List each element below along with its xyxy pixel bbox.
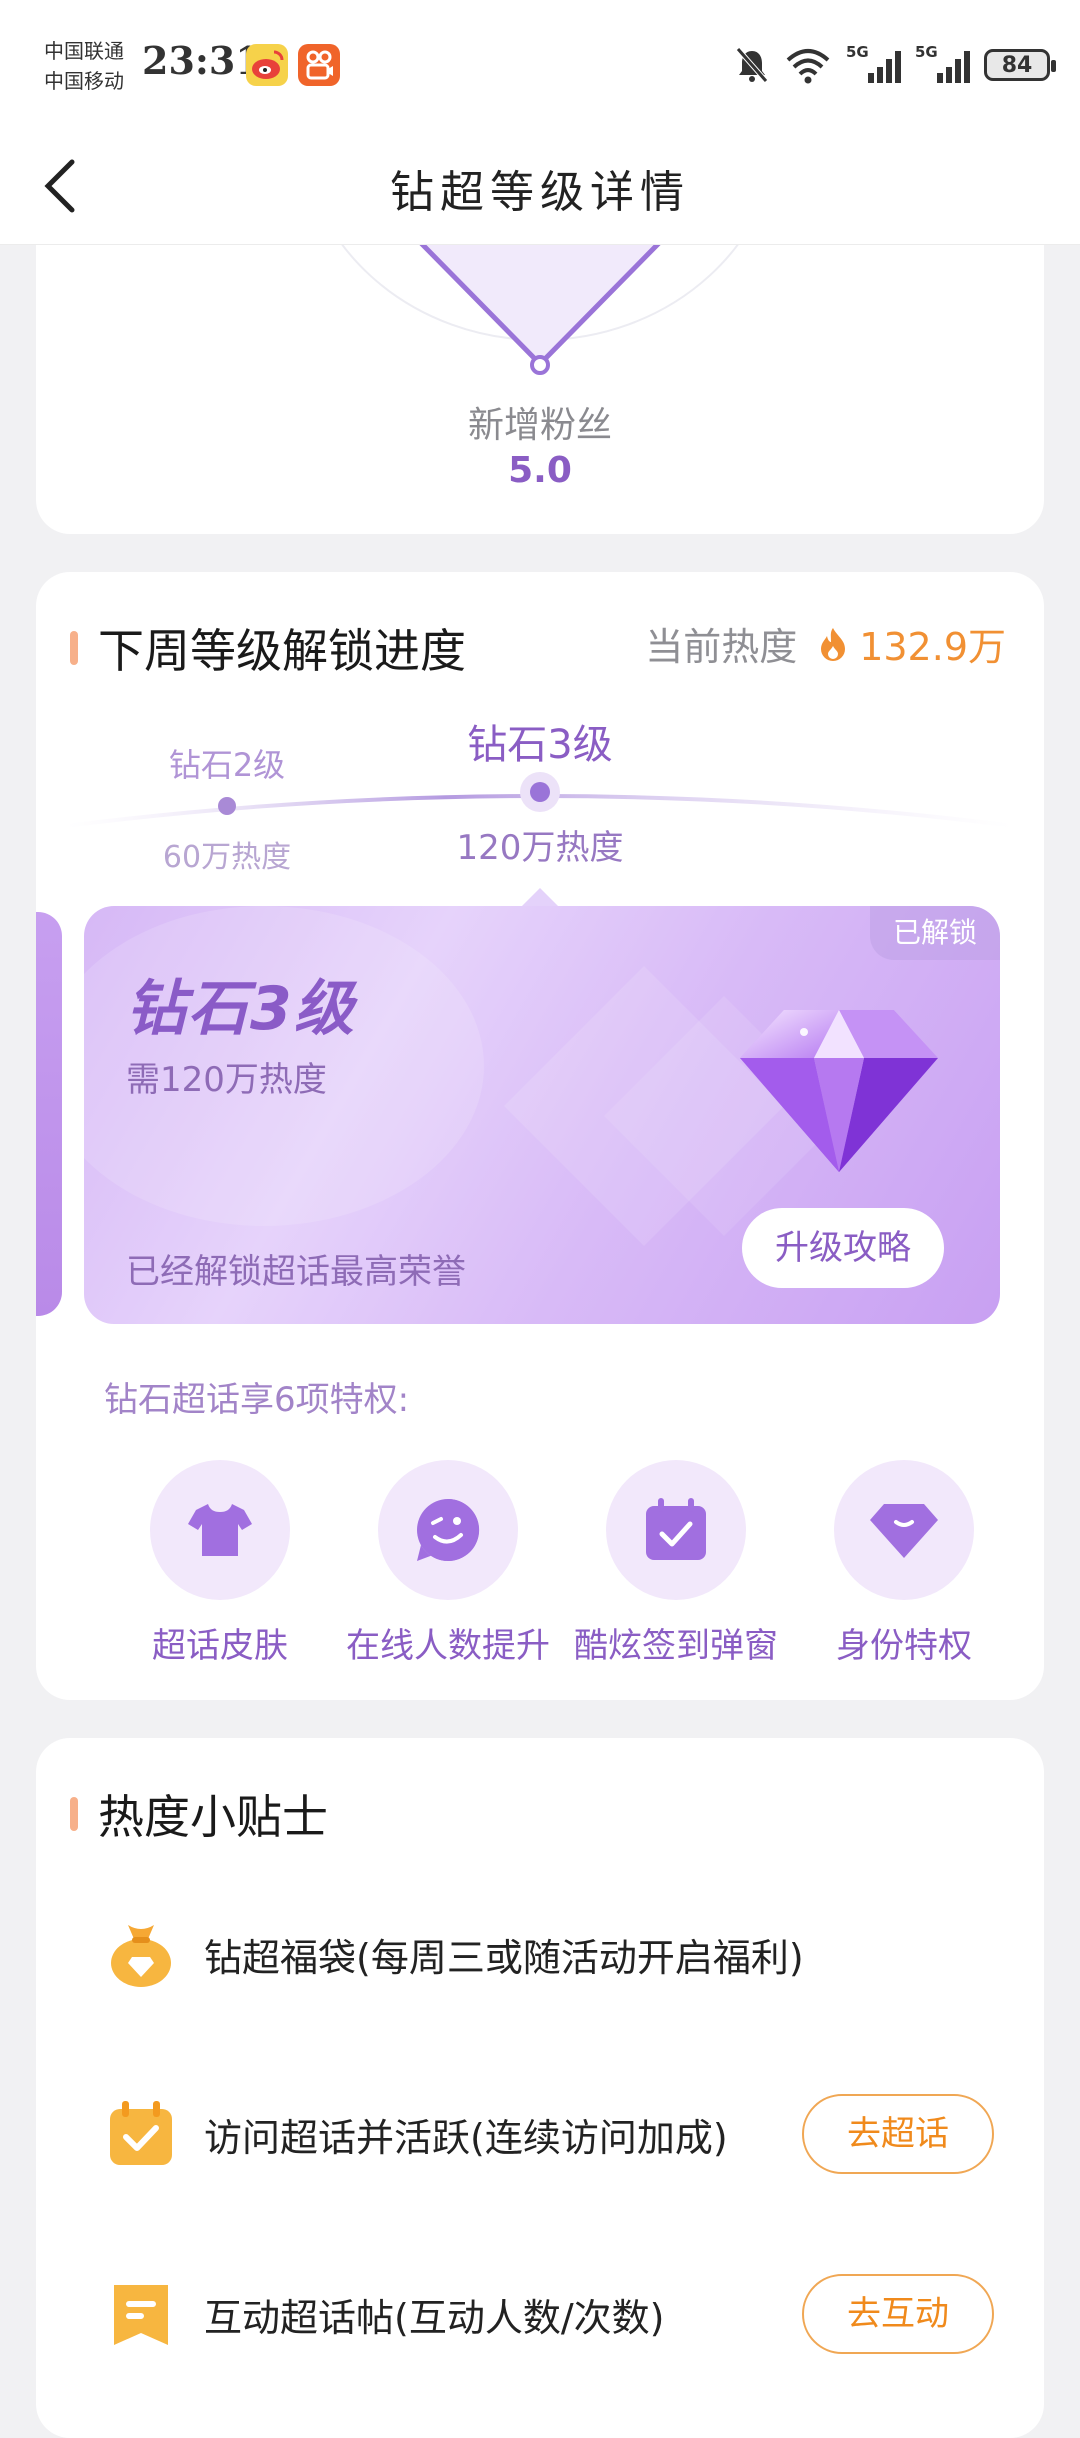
level-node-2[interactable] [218,797,236,815]
current-heat: 当前热度 132.9万 [645,616,1006,671]
tip-text: 访问超话并活跃(连续访问加成) [204,2115,728,2160]
bell-muted-icon [736,47,768,83]
level-card[interactable]: 已解锁 钻石3级 需120万热度 已经解锁超话最高荣誉 升级攻略 [84,906,1000,1324]
section-header: 热度小贴士 [70,1784,328,1844]
nav-bar: 钻超等级详情 [0,128,1080,245]
privilege-item-identity[interactable]: 身份特权 [794,1460,1014,1667]
section-title: 下周等级解锁进度 [98,624,466,678]
level-3-heat: 120万热度 [456,828,624,868]
carrier-2: 中国移动 [44,69,124,93]
level-3-name[interactable]: 钻石3级 [390,712,690,770]
go-interact-button[interactable]: 去互动 [802,2274,994,2354]
clock: 23:31 [142,38,262,83]
heat-label: 当前热度 [645,625,798,669]
network-1-label: 5G [846,43,869,61]
upgrade-guide-button[interactable]: 升级攻略 [742,1208,944,1288]
carrier-labels: 中国联通 中国移动 [44,36,124,96]
previous-level-card-peek[interactable] [36,912,62,1316]
section-header: 下周等级解锁进度 [70,618,466,678]
stat-value: 5.0 [508,450,572,491]
privilege-label: 在线人数提升 [346,1626,550,1666]
status-bar: 中国联通 中国移动 23:31 5G 5G 84 [0,0,1080,128]
privilege-title: 钻石超话享6项特权: [104,1380,410,1420]
carrier-1: 中国联通 [44,39,124,63]
calendar-check-icon [646,1498,706,1560]
page-title: 钻超等级详情 [390,167,690,218]
unlock-progress-card: 下周等级解锁进度 当前热度 132.9万 钻石2级 60万热度 钻石3级 120… [36,572,1044,1700]
privilege-label: 身份特权 [836,1626,972,1666]
weibo-app-icon [246,44,288,86]
privilege-circle [606,1460,746,1600]
heat-tips-card: 热度小贴士 钻超福袋(每周三或随活动开启福利) 访问超话并活跃(连续访问加成) … [36,1738,1044,2438]
go-topic-button[interactable]: 去超话 [802,2094,994,2174]
level-2-heat: 60万热度 [162,840,292,875]
privilege-circle [378,1460,518,1600]
smile-icon [417,1498,480,1561]
diamond-icon [870,1504,938,1558]
signal-1-icon: 5G [846,43,901,83]
privilege-circle [834,1460,974,1600]
kuaishou-app-icon [298,44,340,86]
level-card-title: 钻石3级 [126,974,356,1044]
privilege-circle [150,1460,290,1600]
privilege-label: 酷炫签到弹窗 [574,1626,778,1666]
level-card-requirement: 需120万热度 [126,1060,327,1100]
tip-text: 钻超福袋(每周三或随活动开启福利) [204,1935,804,1980]
privilege-item-online[interactable]: 在线人数提升 [338,1460,558,1667]
privilege-item-checkin[interactable]: 酷炫签到弹窗 [566,1460,786,1667]
heat-value: 132.9万 [859,625,1006,669]
signal-2-icon: 5G [915,43,970,83]
tip-text: 互动超话帖(互动人数/次数) [204,2295,665,2340]
level-card-description: 已经解锁超话最高荣誉 [126,1252,466,1292]
privilege-item-skin[interactable]: 超话皮肤 [110,1460,330,1667]
tip-item-interact: 互动超话帖(互动人数/次数) 去互动 [106,2274,1006,2354]
privilege-label: 超话皮肤 [152,1626,288,1666]
level-2-name[interactable]: 钻石2级 [77,740,377,786]
unlocked-badge: 已解锁 [870,906,1000,960]
status-right: 5G 5G 84 [734,40,1056,90]
diamond-icon [740,1010,938,1172]
level-node-3[interactable] [530,782,550,802]
network-2-label: 5G [915,43,938,61]
pointer-triangle [520,888,560,908]
section-accent-bar [70,1797,78,1831]
lucky-bag-icon [111,1925,171,1987]
calendar-check-icon [110,2101,172,2165]
stat-label: 新增粉丝 [467,405,612,446]
battery-indicator: 84 [984,49,1056,81]
section-accent-bar [70,631,78,665]
tip-item-lucky-bag: 钻超福袋(每周三或随活动开启福利) [106,1914,1006,1994]
tip-item-visit: 访问超话并活跃(连续访问加成) 去超话 [106,2094,1006,2174]
wifi-icon [786,49,830,84]
section-title: 热度小贴士 [98,1790,328,1844]
tshirt-icon [188,1504,252,1556]
radar-card: 新增粉丝 5.0 [36,200,1044,534]
flame-icon [821,627,846,661]
bookmark-post-icon [114,2285,168,2345]
